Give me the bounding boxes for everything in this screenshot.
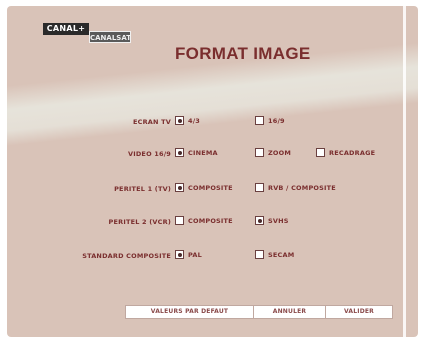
logo-canal: CANAL+	[43, 23, 89, 35]
row-label-ecran-tv: ECRAN TV	[132, 118, 171, 126]
option-label: 16/9	[268, 116, 285, 125]
option-peritel1-rvb-composite[interactable]: RVB / COMPOSITE	[255, 183, 336, 192]
check-dot	[177, 252, 182, 257]
format-image-screen: CANAL+ CANALSAT FORMAT IMAGE ECRAN TV 4/…	[7, 6, 418, 337]
option-label: RECADRAGE	[329, 148, 376, 157]
confirm-button[interactable]: VALIDER	[326, 306, 392, 318]
edge-line	[403, 6, 406, 337]
option-label: COMPOSITE	[188, 183, 233, 192]
option-label: COMPOSITE	[188, 216, 233, 225]
checkbox[interactable]	[255, 216, 264, 225]
option-video-cinema[interactable]: CINEMA	[175, 148, 218, 157]
option-peritel1-composite[interactable]: COMPOSITE	[175, 183, 233, 192]
option-label: SVHS	[268, 216, 289, 225]
option-peritel2-composite[interactable]: COMPOSITE	[175, 216, 233, 225]
checkbox[interactable]	[255, 183, 264, 192]
option-label: ZOOM	[268, 148, 292, 157]
option-standard-pal[interactable]: PAL	[175, 250, 202, 259]
checkbox[interactable]	[255, 148, 264, 157]
row-label-video-16-9: VIDEO 16/9	[127, 150, 171, 158]
logo-canalsat: CANALSAT	[89, 31, 131, 43]
option-label: RVB / COMPOSITE	[268, 183, 336, 192]
row-label-standard-composite: STANDARD COMPOSITE	[82, 252, 171, 260]
checkbox[interactable]	[175, 250, 184, 259]
button-bar: VALEURS PAR DEFAUT ANNULER VALIDER	[125, 305, 393, 319]
checkbox[interactable]	[316, 148, 325, 157]
checkbox[interactable]	[175, 183, 184, 192]
option-ecran-tv-4-3[interactable]: 4/3	[175, 116, 200, 125]
option-ecran-tv-16-9[interactable]: 16/9	[255, 116, 285, 125]
option-label: CINEMA	[188, 148, 218, 157]
row-label-peritel-2: PERITEL 2 (VCR)	[108, 218, 171, 226]
option-label: PAL	[188, 250, 202, 259]
check-dot	[177, 118, 182, 123]
defaults-button[interactable]: VALEURS PAR DEFAUT	[126, 306, 254, 318]
check-dot	[177, 185, 182, 190]
option-label: SECAM	[268, 250, 295, 259]
option-label: 4/3	[188, 116, 201, 125]
check-dot	[257, 218, 262, 223]
option-video-recadrage[interactable]: RECADRAGE	[316, 148, 375, 157]
checkbox[interactable]	[255, 116, 264, 125]
checkbox[interactable]	[175, 148, 184, 157]
checkbox[interactable]	[175, 116, 184, 125]
checkbox[interactable]	[175, 216, 184, 225]
checkbox[interactable]	[255, 250, 264, 259]
page-title: FORMAT IMAGE	[175, 44, 311, 63]
check-dot	[177, 150, 182, 155]
option-video-zoom[interactable]: ZOOM	[255, 148, 291, 157]
cancel-button[interactable]: ANNULER	[254, 306, 326, 318]
row-label-peritel-1: PERITEL 1 (TV)	[114, 185, 171, 193]
option-peritel2-svhs[interactable]: SVHS	[255, 216, 289, 225]
option-standard-secam[interactable]: SECAM	[255, 250, 294, 259]
